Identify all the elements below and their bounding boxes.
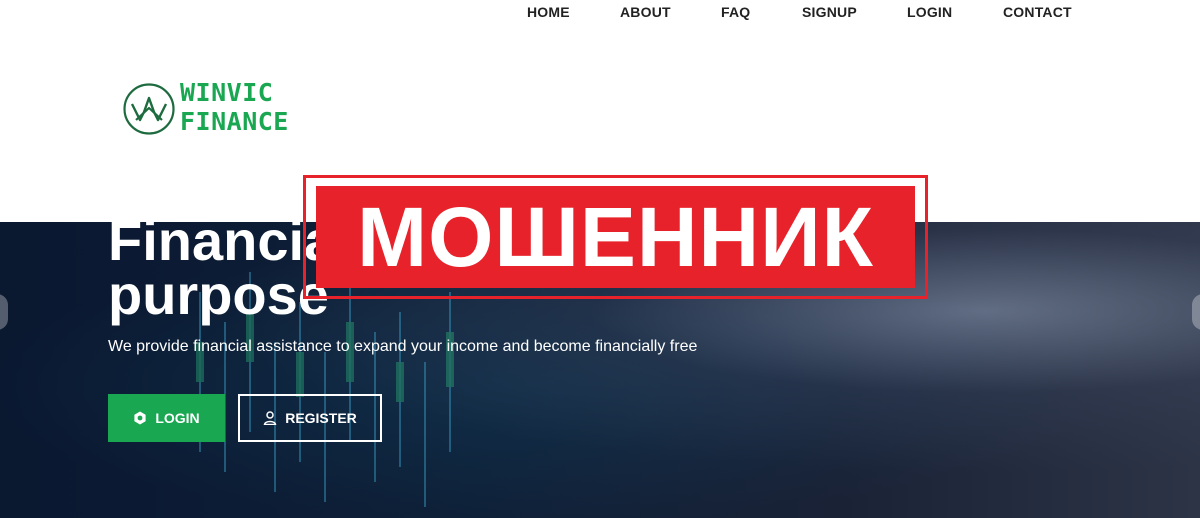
top-navigation: HOME ABOUT FAQ SIGNUP LOGIN CONTACT <box>0 0 1200 30</box>
site-logo[interactable]: WINVIC FINANCE <box>120 78 290 140</box>
nav-about-link[interactable]: ABOUT <box>620 4 671 20</box>
stamp-fill: МОШЕННИК <box>316 186 915 288</box>
hero-register-button[interactable]: REGISTER <box>238 394 382 442</box>
logo-line-2: FINANCE <box>180 107 289 136</box>
gear-icon <box>134 411 146 425</box>
hero-login-button[interactable]: LOGIN <box>108 394 225 442</box>
stamp-text: МОШЕННИК <box>357 190 874 284</box>
hero-subtitle: We provide financial assistance to expan… <box>108 338 698 355</box>
logo-wordmark: WINVIC FINANCE <box>180 78 290 136</box>
nav-home-link[interactable]: HOME <box>527 4 570 20</box>
logo-line-1: WINVIC <box>180 78 274 107</box>
carousel-next-button[interactable] <box>1192 294 1200 330</box>
carousel-prev-button[interactable] <box>0 294 8 330</box>
nav-login-link[interactable]: LOGIN <box>907 4 952 20</box>
nav-contact-link[interactable]: CONTACT <box>1003 4 1072 20</box>
scam-warning-stamp: МОШЕННИК <box>303 175 928 299</box>
nav-signup-link[interactable]: SIGNUP <box>802 4 857 20</box>
nav-faq-link[interactable]: FAQ <box>721 4 750 20</box>
crown-logo-icon <box>123 83 175 135</box>
user-icon <box>263 411 277 425</box>
hero-register-label: REGISTER <box>285 410 357 426</box>
hero-login-label: LOGIN <box>155 410 200 426</box>
